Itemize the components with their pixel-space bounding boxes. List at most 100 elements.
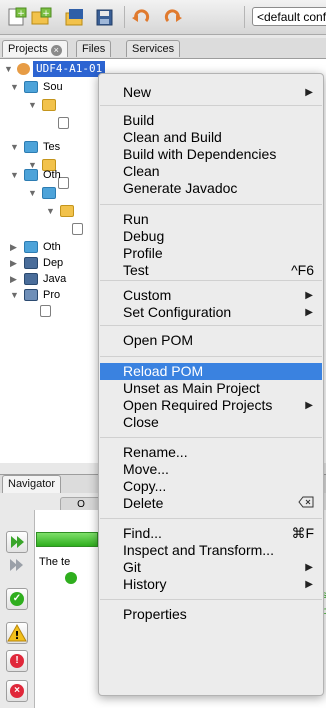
save-all-icon[interactable] xyxy=(94,7,116,27)
collapse-arrow-icon[interactable]: ▶ xyxy=(10,239,17,255)
menu-item-delete[interactable]: Delete xyxy=(100,495,322,512)
check-icon: ✓ xyxy=(10,592,24,606)
maven-project-icon xyxy=(17,63,30,75)
menu-shortcut: ⌘F xyxy=(291,525,314,541)
menu-item-test[interactable]: Test ^F6 xyxy=(100,262,322,279)
expand-arrow-icon[interactable]: ▼ xyxy=(10,139,19,155)
menu-separator xyxy=(100,325,322,326)
menu-item-inspect-and-transform[interactable]: Inspect and Transform... xyxy=(100,542,322,559)
menu-item-build[interactable]: Build xyxy=(100,112,322,129)
menu-item-label: Reload POM xyxy=(123,363,204,379)
tab-projects-label: Projects xyxy=(8,43,48,55)
show-passed-button[interactable]: ✓ xyxy=(6,588,28,610)
menu-item-label: Test xyxy=(123,262,149,278)
tab-services[interactable]: Services xyxy=(126,40,181,57)
expand-arrow-icon[interactable]: ▼ xyxy=(46,203,55,219)
expand-arrow-icon[interactable]: ▼ xyxy=(10,287,19,303)
collapse-arrow-icon[interactable]: ▶ xyxy=(10,255,17,271)
undo-icon[interactable] xyxy=(130,7,152,27)
close-icon[interactable]: × xyxy=(50,45,62,56)
rerun-failed-button[interactable] xyxy=(6,555,28,577)
main-toolbar: + + <default config> xyxy=(0,0,326,35)
folder-icon xyxy=(42,187,56,199)
menu-item-debug[interactable]: Debug xyxy=(100,228,322,245)
menu-item-clean[interactable]: Clean xyxy=(100,163,322,180)
failure-icon: × xyxy=(10,684,24,698)
tree-label-other2: Oth xyxy=(43,241,61,253)
show-warnings-button[interactable]: ! xyxy=(6,622,28,644)
menu-separator xyxy=(100,105,322,106)
java-file-icon xyxy=(58,117,69,129)
menu-item-move[interactable]: Move... xyxy=(100,461,322,478)
menu-item-new[interactable]: New ▶ xyxy=(100,84,322,101)
menu-item-reload-pom[interactable]: Reload POM xyxy=(100,363,322,380)
menu-item-set-configuration[interactable]: Set Configuration ▶ xyxy=(100,304,322,321)
menu-item-git[interactable]: Git ▶ xyxy=(100,559,322,576)
menu-item-profile[interactable]: Profile xyxy=(100,245,322,262)
collapse-arrow-icon[interactable]: ▶ xyxy=(10,271,17,287)
menu-separator xyxy=(100,437,322,438)
expand-arrow-icon[interactable]: ▼ xyxy=(28,97,37,113)
tree-label-other1: Oth xyxy=(43,169,61,181)
redo-icon[interactable] xyxy=(162,7,184,27)
tab-files[interactable]: Files xyxy=(76,40,112,57)
error-icon: ! xyxy=(10,654,24,668)
configuration-combo[interactable]: <default config> xyxy=(252,7,326,26)
expand-arrow-icon[interactable]: ▼ xyxy=(28,185,37,201)
menu-item-close[interactable]: Close xyxy=(100,414,322,431)
folder-icon xyxy=(24,169,38,181)
menu-item-find[interactable]: Find... ⌘F xyxy=(100,525,322,542)
menu-item-label: Set Configuration xyxy=(123,304,232,320)
submenu-arrow-icon: ▶ xyxy=(305,579,313,590)
menu-item-rename[interactable]: Rename... xyxy=(100,444,322,461)
tree-label-deps: Dep xyxy=(43,257,64,269)
open-project-icon[interactable] xyxy=(64,7,86,27)
tab-projects[interactable]: Projects × xyxy=(2,40,68,57)
root-project-label: UDF4-A1-01 xyxy=(33,61,106,77)
menu-item-run[interactable]: Run xyxy=(100,211,322,228)
tree-label-project-files: Pro xyxy=(43,289,61,301)
menu-item-build-with-dependencies[interactable]: Build with Dependencies xyxy=(100,146,322,163)
menu-item-clean-and-build[interactable]: Clean and Build xyxy=(100,129,322,146)
project-window-tabs: Projects × Files Services xyxy=(0,38,326,59)
submenu-arrow-icon: ▶ xyxy=(305,562,313,573)
new-project-icon[interactable]: + xyxy=(30,7,52,27)
menu-item-open-required-projects[interactable]: Open Required Projects ▶ xyxy=(100,397,322,414)
menu-item-generate-javadoc[interactable]: Generate Javadoc xyxy=(100,180,322,197)
tab-navigator[interactable]: Navigator xyxy=(2,475,62,493)
new-file-icon[interactable]: + xyxy=(6,7,28,27)
passed-icon xyxy=(65,572,77,584)
menu-item-history[interactable]: History ▶ xyxy=(100,576,322,593)
menu-item-properties[interactable]: Properties xyxy=(100,606,322,623)
expand-arrow-icon[interactable]: ▼ xyxy=(4,61,13,77)
menu-item-custom[interactable]: Custom ▶ xyxy=(100,287,322,304)
menu-item-label: Debug xyxy=(123,228,165,244)
library-icon xyxy=(24,257,38,269)
submenu-arrow-icon: ▶ xyxy=(305,290,313,301)
library-icon xyxy=(24,273,38,285)
submenu-arrow-icon: ▶ xyxy=(305,307,313,318)
expand-arrow-icon[interactable]: ▼ xyxy=(10,79,19,95)
expand-arrow-icon[interactable]: ▼ xyxy=(10,167,19,183)
tab-files-label: Files xyxy=(82,43,106,55)
menu-item-copy[interactable]: Copy... xyxy=(100,478,322,495)
tab-navigator-label: Navigator xyxy=(8,478,56,490)
package-icon xyxy=(42,99,56,111)
rerun-button[interactable] xyxy=(6,531,28,553)
menu-item-label: Copy... xyxy=(123,478,167,494)
tree-label-test: Tes xyxy=(43,141,61,153)
warning-icon: ! xyxy=(7,623,27,642)
menu-item-unset-as-main-project[interactable]: Unset as Main Project xyxy=(100,380,322,397)
test-folder-icon xyxy=(24,141,38,153)
menu-item-label: Clean xyxy=(123,163,160,179)
menu-item-open-pom[interactable]: Open POM xyxy=(100,332,322,349)
menu-item-label: Rename... xyxy=(123,444,188,460)
show-failures-button[interactable]: × xyxy=(6,680,28,702)
menu-item-label: Open POM xyxy=(123,332,194,348)
show-errors-button[interactable]: ! xyxy=(6,650,28,672)
menu-item-label: Unset as Main Project xyxy=(123,380,260,396)
submenu-arrow-icon: ▶ xyxy=(305,400,313,411)
svg-text:+: + xyxy=(17,9,25,19)
submenu-arrow-icon: ▶ xyxy=(305,87,313,98)
menu-item-label: Delete xyxy=(123,495,164,511)
